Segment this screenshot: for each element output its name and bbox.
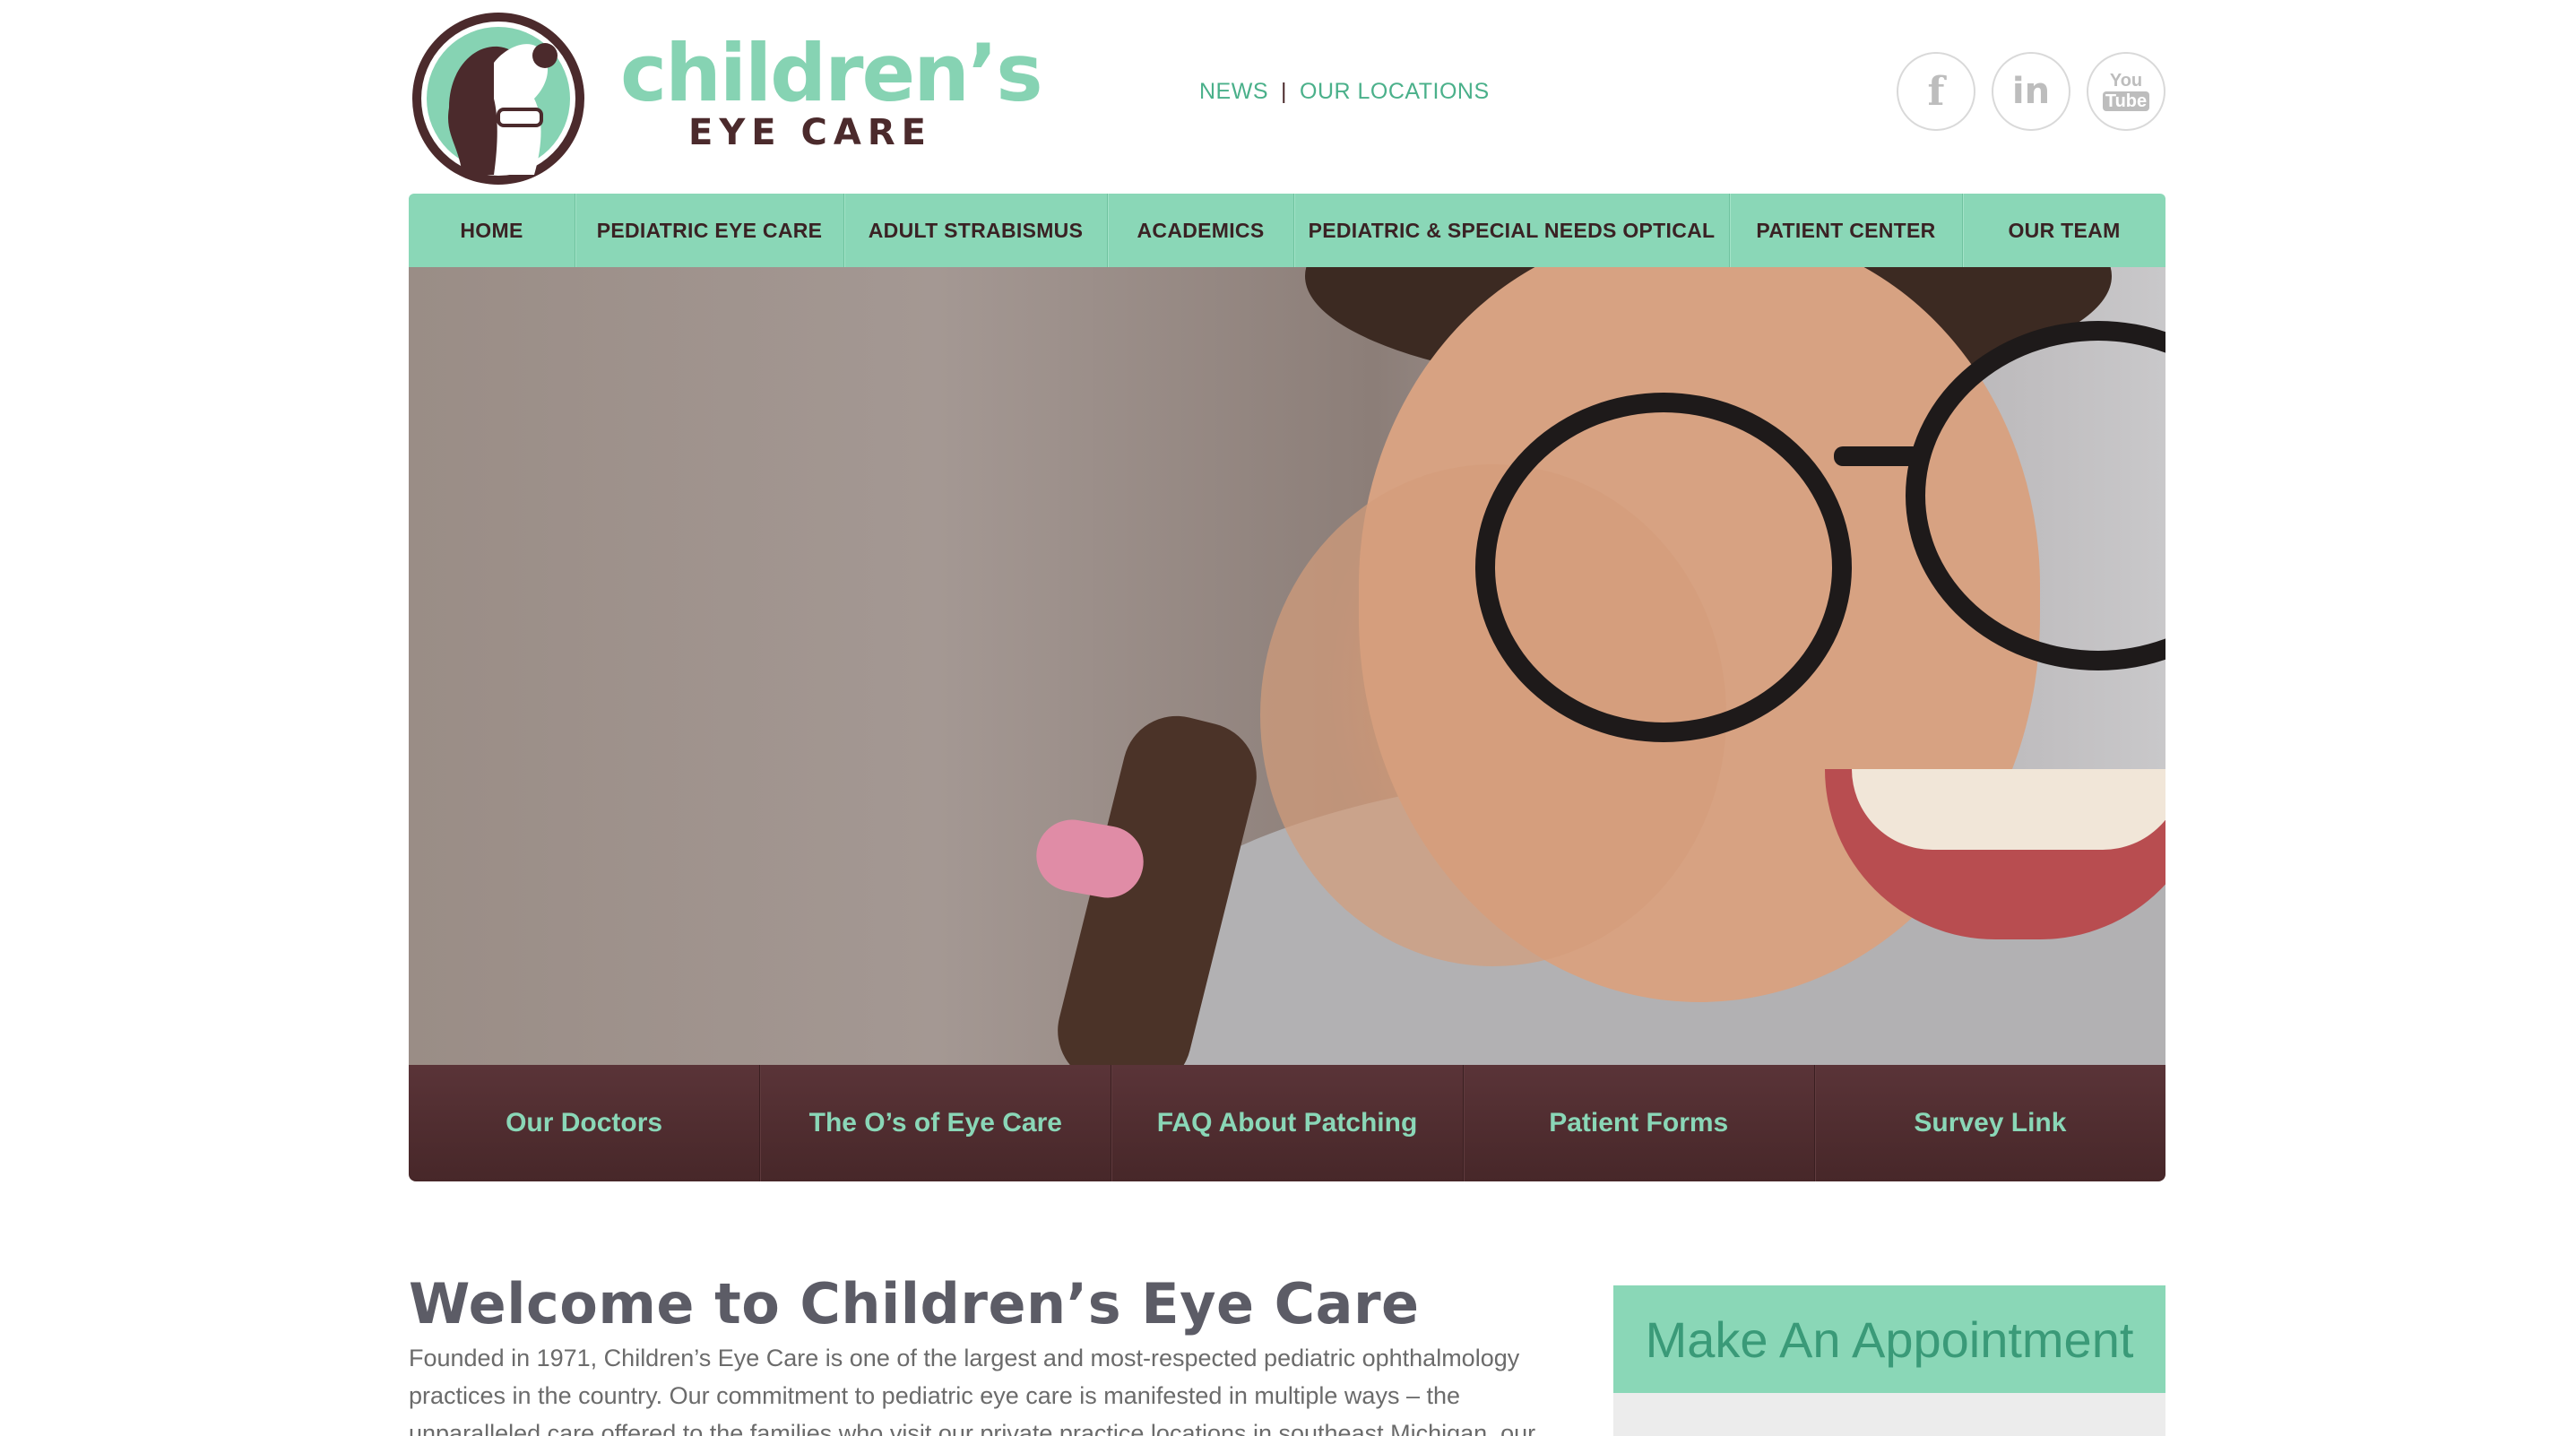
logo-text-eye-care: EYE CARE: [688, 112, 932, 153]
make-appointment-panel: [1613, 1393, 2165, 1436]
make-appointment-header[interactable]: Make An Appointment: [1613, 1285, 2165, 1393]
youtube-tube-text: Tube: [2102, 91, 2150, 111]
nav-item-patient-center[interactable]: PATIENT CENTER: [1730, 194, 1963, 267]
quick-link-survey-link[interactable]: Survey Link: [1815, 1065, 2165, 1181]
intro-paragraph: Founded in 1971, Children’s Eye Care is …: [409, 1345, 1536, 1436]
nav-item-pediatric-special-needs-optical[interactable]: PEDIATRIC & SPECIAL NEEDS OPTICAL: [1294, 194, 1730, 267]
nav-item-adult-strabismus[interactable]: ADULT STRABISMUS: [844, 194, 1108, 267]
news-link[interactable]: NEWS: [1199, 79, 1268, 105]
linkedin-glyph: in: [2011, 71, 2051, 112]
main-nav: HOME PEDIATRIC EYE CARE ADULT STRABISMUS…: [409, 194, 2165, 267]
nav-item-academics[interactable]: ACADEMICS: [1108, 194, 1294, 267]
quick-links-bar: Our Doctors The O’s of Eye Care FAQ Abou…: [409, 1065, 2165, 1181]
hero-teeth: [1852, 769, 2165, 850]
linkedin-icon[interactable]: in: [1992, 52, 2070, 131]
site-logo[interactable]: children’s EYE CARE: [409, 9, 1045, 188]
hero-glasses-left-lens: [1475, 393, 1852, 742]
facebook-icon[interactable]: f: [1897, 52, 1975, 131]
page-wrapper: children’s EYE CARE NEWS | OUR LOCATIONS…: [409, 0, 2165, 1436]
facebook-glyph: f: [1927, 68, 1945, 115]
page-title: Welcome to Children’s Eye Care: [409, 1271, 1420, 1337]
nav-item-home[interactable]: HOME: [409, 194, 575, 267]
quick-link-our-doctors[interactable]: Our Doctors: [409, 1065, 761, 1181]
logo-mark-icon: [412, 13, 584, 185]
nav-item-our-team[interactable]: OUR TEAM: [1963, 194, 2165, 267]
youtube-you-text: You: [2109, 71, 2143, 91]
hero-image: [409, 267, 2165, 1065]
top-links-separator: |: [1281, 79, 1287, 104]
logo-text-childrens: children’s: [620, 27, 1043, 119]
quick-link-os-of-eye-care[interactable]: The O’s of Eye Care: [760, 1065, 1112, 1181]
hero-glasses-bridge: [1834, 446, 1923, 466]
our-locations-link[interactable]: OUR LOCATIONS: [1300, 79, 1490, 105]
nav-item-pediatric-eye-care[interactable]: PEDIATRIC EYE CARE: [575, 194, 844, 267]
youtube-icon[interactable]: You Tube: [2087, 52, 2165, 131]
social-links: f in You Tube: [1897, 52, 2165, 131]
quick-link-faq-about-patching[interactable]: FAQ About Patching: [1111, 1065, 1464, 1181]
quick-link-patient-forms[interactable]: Patient Forms: [1464, 1065, 1815, 1181]
top-links: NEWS | OUR LOCATIONS: [1199, 79, 1490, 105]
